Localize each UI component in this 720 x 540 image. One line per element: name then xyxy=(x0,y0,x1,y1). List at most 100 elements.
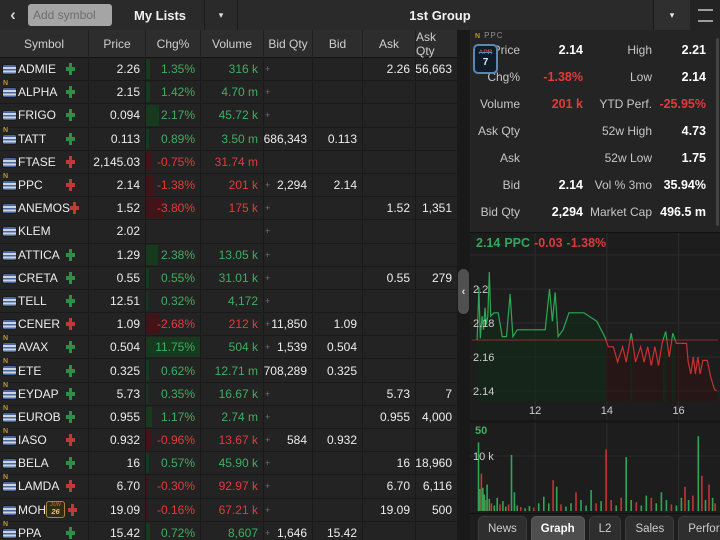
table-row-ete[interactable]: N ETE 0.325 0.62% 12.71 m 708,289 0.325 xyxy=(0,358,457,383)
tab-performance[interactable]: Performance xyxy=(678,516,720,540)
symbol-cell: MOH JUN 26 xyxy=(0,499,88,521)
volume-bar xyxy=(665,500,668,511)
symbol-cell: KLEM xyxy=(0,220,88,242)
expand-depth-icon[interactable]: + xyxy=(265,179,270,191)
expand-depth-icon[interactable]: + xyxy=(265,480,270,492)
bid-qty-cell: + xyxy=(263,475,312,498)
stat-label: Ask Qty xyxy=(477,123,520,138)
greece-flag-icon xyxy=(3,157,16,167)
new-badge: N xyxy=(3,172,9,180)
table-row-frigo[interactable]: FRIGO 0.094 2.17% 45.72 k + xyxy=(0,104,457,128)
volume-bar xyxy=(684,486,686,511)
symbol-name: FRIGO xyxy=(18,108,56,123)
table-row-klem[interactable]: KLEM 2.02 + xyxy=(0,220,457,244)
trend-icon xyxy=(66,132,75,145)
group-selector-button[interactable]: ▾ xyxy=(653,0,690,30)
table-row-avax[interactable]: N AVAX 0.504 11.75% 504 k +1,539 0.504 xyxy=(0,335,457,360)
table-row-tell[interactable]: TELL 12.51 0.32% 4,172 + xyxy=(0,289,457,314)
expand-depth-icon[interactable]: + xyxy=(265,86,270,98)
expand-depth-icon[interactable]: + xyxy=(265,388,270,400)
ask-qty-cell: 6,116 xyxy=(415,475,457,498)
expand-depth-icon[interactable]: + xyxy=(265,504,270,516)
expand-depth-icon[interactable]: + xyxy=(265,434,270,446)
table-row-bela[interactable]: BELA 16 0.57% 45.90 k + 16 18,960 xyxy=(0,452,457,476)
my-lists-button[interactable]: My Lists xyxy=(134,8,186,23)
change-percent-cell: 2.38% xyxy=(145,243,200,266)
volume-bar xyxy=(480,473,483,511)
table-row-admie[interactable]: ADMIE 2.26 1.35% 316 k + 2.26 56,663 xyxy=(0,58,457,82)
quote-stats: Price 2.14 High 2.21 Chg% -1.38% Low 2.1… xyxy=(470,36,720,226)
expand-depth-icon[interactable]: + xyxy=(265,411,270,423)
greece-flag-icon xyxy=(3,459,16,469)
bid-cell xyxy=(312,382,362,405)
table-row-attica[interactable]: ATTICA 1.29 2.38% 13.05 k + xyxy=(0,243,457,267)
watchlist-table: Symbol Price Chg% Volume Bid Qty Bid Ask Ask Qt… xyxy=(0,30,457,540)
chevron-left-icon: ‹ xyxy=(461,285,466,298)
expand-depth-icon[interactable]: + xyxy=(265,527,270,539)
column-header-chg-[interactable]: Chg% xyxy=(145,30,200,58)
column-header-bid-qty[interactable]: Bid Qty xyxy=(263,30,312,58)
volume-bar xyxy=(570,503,572,511)
table-row-ppc[interactable]: N PPC 2.14 -1.38% 201 k +2,294 2.14 xyxy=(0,172,457,198)
tab-graph[interactable]: Graph xyxy=(530,516,585,540)
tab-l2[interactable]: L2 xyxy=(588,516,622,540)
volume-bar xyxy=(502,501,504,511)
column-header-volume[interactable]: Volume xyxy=(200,30,263,58)
symbol-name: ADMIE xyxy=(18,62,57,77)
change-bar xyxy=(146,360,149,381)
tab-sales[interactable]: Sales xyxy=(625,516,675,540)
expand-depth-icon[interactable]: + xyxy=(265,318,270,330)
volume-bar xyxy=(532,507,535,511)
stat-label: Low xyxy=(629,69,652,84)
greece-flag-icon xyxy=(3,389,16,399)
price-area-fill xyxy=(671,333,676,401)
menu-button[interactable] xyxy=(690,0,720,30)
greece-flag-icon xyxy=(3,111,16,121)
tab-news[interactable]: News xyxy=(478,516,527,540)
add-symbol-input[interactable] xyxy=(28,4,112,26)
new-badge: N xyxy=(3,126,9,134)
column-header-ask[interactable]: Ask xyxy=(362,30,415,58)
table-row-eydap[interactable]: N EYDAP 5.73 0.35% 16.67 k + 5.73 7 xyxy=(0,382,457,406)
table-row-alpha[interactable]: N ALPHA 2.15 1.42% 4.70 m + xyxy=(0,80,457,105)
expand-depth-icon[interactable]: + xyxy=(265,249,270,261)
back-icon[interactable]: ‹ xyxy=(0,5,26,25)
symbol-cell: BELA xyxy=(0,452,88,474)
expand-depth-icon[interactable]: + xyxy=(265,63,270,75)
table-row-creta[interactable]: CRETA 0.55 0.55% 31.01 k + 0.55 279 xyxy=(0,266,457,290)
table-row-eurob[interactable]: N EUROB 0.955 1.17% 2.74 m + 0.955 4,000 xyxy=(0,405,457,429)
top-bar: ‹ My Lists ▾ 1st Group ▾ xyxy=(0,0,720,31)
price-area-fill xyxy=(663,331,667,401)
stat-label: Vol % 3mo xyxy=(594,178,652,193)
price-chart[interactable]: 2.14 PPC -0.03 -1.38% 2.2 2.18 2.16 2.14 12 14 16… xyxy=(470,232,720,513)
column-header-ask-qty[interactable]: Ask Qty xyxy=(415,30,457,58)
panel-scrollbar[interactable] xyxy=(716,38,719,226)
trend-icon xyxy=(66,248,75,261)
table-row-moh[interactable]: MOH JUN 26 19.09 -0.16% 67.21 k + 19.09 5… xyxy=(0,498,457,522)
expand-depth-icon[interactable]: + xyxy=(265,109,270,121)
table-row-anemos[interactable]: ANEMOS 1.52 -3.80% 175 k + 1.52 1,351 xyxy=(0,197,457,221)
panel-resize-handle[interactable]: ‹ xyxy=(458,269,469,314)
volume-cell: 8,607 xyxy=(200,521,263,540)
column-header-bid[interactable]: Bid xyxy=(312,30,362,58)
expand-depth-icon[interactable]: + xyxy=(265,457,270,469)
volume-cell: 212 k xyxy=(200,313,263,336)
column-header-symbol[interactable]: Symbol xyxy=(0,30,88,58)
table-row-iaso[interactable]: N IASO 0.932 -0.96% 13.67 k +584 0.932 xyxy=(0,428,457,453)
column-header-price[interactable]: Price xyxy=(88,30,145,58)
table-row-tatt[interactable]: N TATT 0.113 0.89% 3.50 m 686,343 0.113 xyxy=(0,126,457,151)
expand-depth-icon[interactable]: + xyxy=(265,295,270,307)
expand-depth-icon[interactable]: + xyxy=(265,202,270,214)
expand-depth-icon[interactable]: + xyxy=(265,225,270,237)
change-bar xyxy=(146,82,150,103)
symbol-cell: N AVAX xyxy=(0,335,88,358)
expand-depth-icon[interactable]: + xyxy=(265,341,270,353)
expand-depth-icon[interactable]: + xyxy=(265,272,270,284)
table-row-lamda[interactable]: N LAMDA 6.70 -0.30% 92.97 k + 6.70 6,116 xyxy=(0,474,457,499)
stat-value: 2.14 xyxy=(681,69,706,84)
table-row-ftase[interactable]: FTASE 2,145.03 -0.75% 31.74 m xyxy=(0,150,457,174)
table-row-cener[interactable]: CENER 1.09 -2.68% 212 k +11,850 1.09 xyxy=(0,313,457,337)
bid-qty-cell: + xyxy=(263,289,312,313)
symbol-name: FTASE xyxy=(18,154,56,169)
table-row-ppa[interactable]: N PPA 15.42 0.72% 8,607 +1,646 15.42 xyxy=(0,521,457,540)
